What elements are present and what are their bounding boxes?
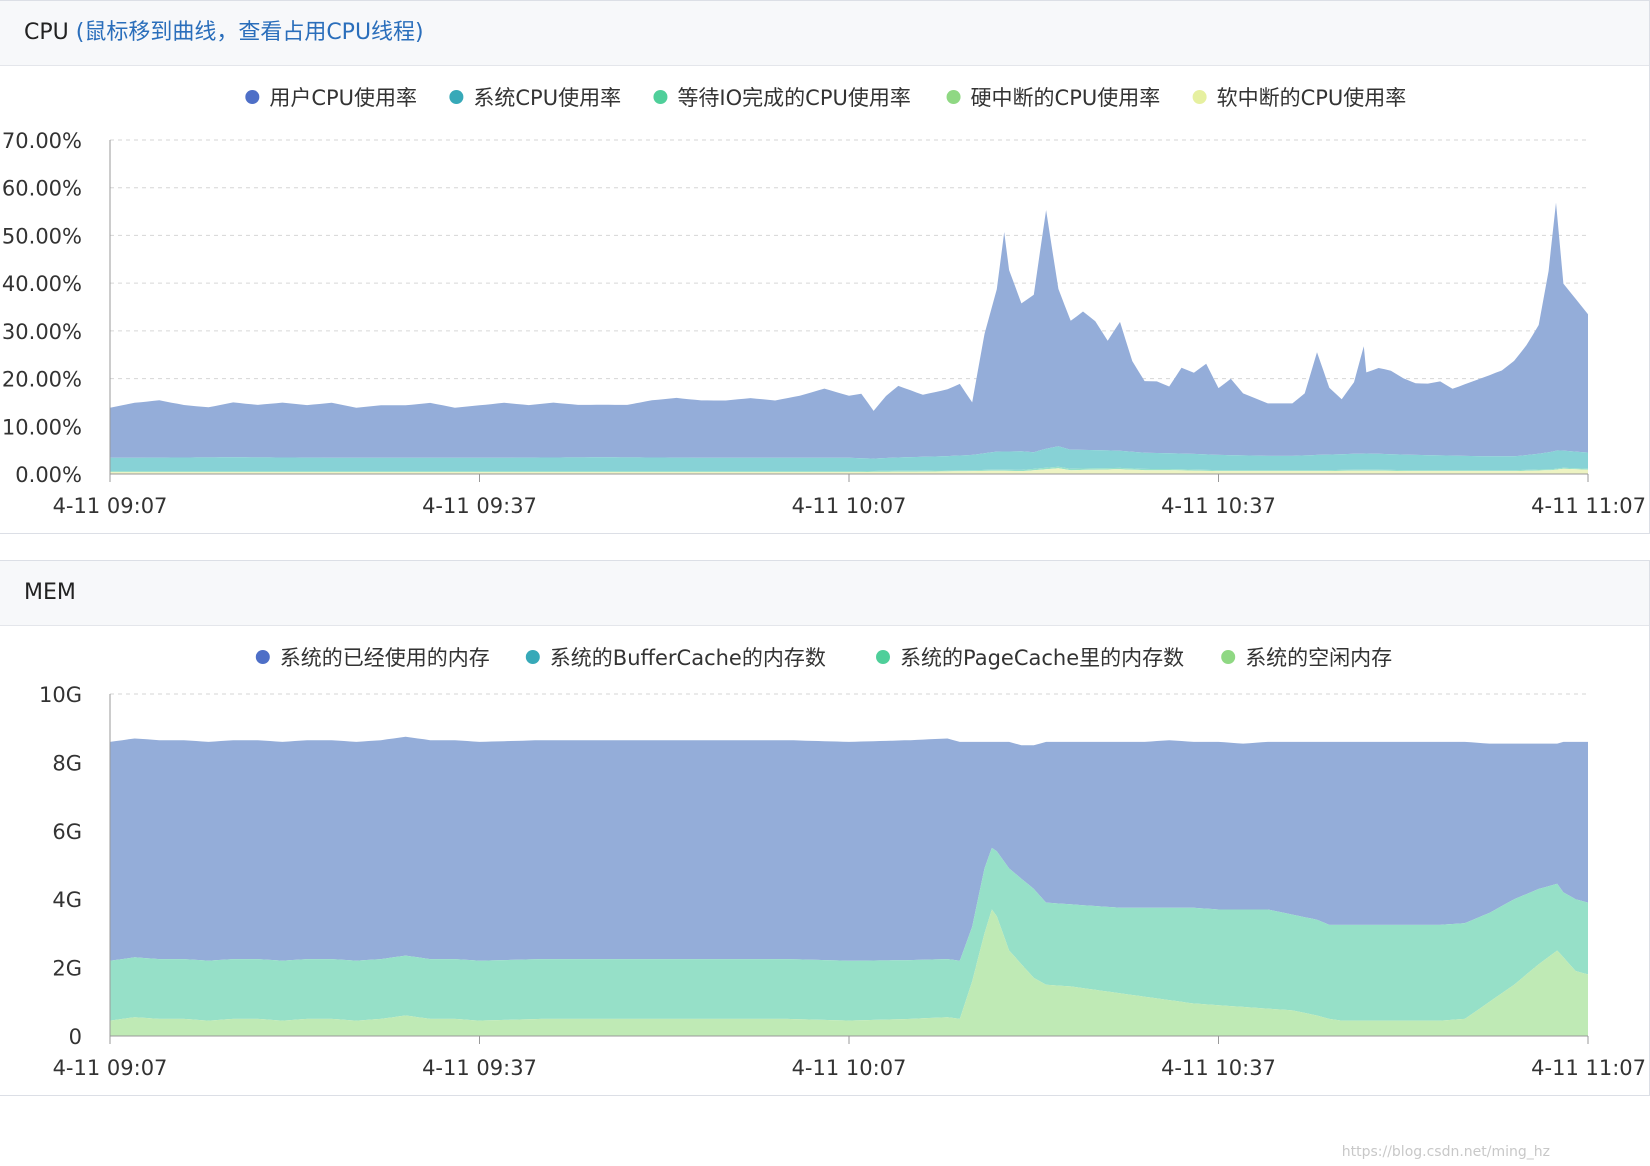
legend-label: 软中断的CPU使用率 — [1217, 86, 1407, 110]
legend-label: 等待IO完成的CPU使用率 — [677, 86, 910, 110]
legend-marker — [245, 90, 260, 104]
legend-marker — [876, 650, 891, 664]
cpu-chart[interactable]: 0.00% 10.00% 20.00% 30.00% 40.00% 50.00% 60.00… — [0, 66, 1648, 534]
x-tick-label: 4-11 10:37 — [1161, 1056, 1276, 1080]
y-tick-label: 50.00% — [2, 224, 82, 248]
x-tick-label: 4-11 11:07 — [1531, 494, 1646, 518]
legend-label: 系统的空闲内存 — [1245, 646, 1392, 670]
y-tick-label: 70.00% — [2, 129, 82, 153]
y-tick-label: 2G — [52, 957, 82, 981]
y-tick-label: 0 — [69, 1025, 82, 1049]
legend-item[interactable]: 等待IO完成的CPU使用率 — [653, 86, 911, 110]
x-tick-label: 4-11 09:37 — [422, 494, 537, 518]
legend-item[interactable]: 系统的BufferCache的内存数 — [525, 646, 826, 670]
legend-item[interactable]: 硬中断的CPU使用率 — [946, 86, 1161, 110]
mem-chart[interactable]: 0 2G 4G 6G 8G 10G 4-11 09:07 4-11 09:37 4-11 10:… — [0, 626, 1648, 1096]
y-tick-label: 60.00% — [2, 177, 82, 201]
legend-item[interactable]: 系统的PageCache里的内存数 — [876, 646, 1184, 670]
mem-panel-title: MEM — [24, 580, 76, 605]
legend-label: 系统的PageCache里的内存数 — [900, 646, 1184, 670]
y-tick-label: 8G — [52, 751, 82, 775]
y-tick-label: 10.00% — [2, 415, 82, 439]
x-tick-label: 4-11 09:37 — [422, 1056, 537, 1080]
cpu-panel: CPU (鼠标移到曲线，查看占用CPU线程) 0.00% 10.00% 20.00%… — [0, 0, 1650, 534]
mem-panel: MEM 0 2G 4G 6G 8G 10G 4-11 09:07 4-11 09:37 4-11… — [0, 560, 1650, 1096]
legend-label: 系统的已经使用的内存 — [280, 646, 490, 670]
x-tick-label: 4-11 10:07 — [792, 1056, 907, 1080]
legend-label: 系统CPU使用率 — [473, 86, 621, 110]
x-tick-label: 4-11 09:07 — [53, 494, 168, 518]
legend-item[interactable]: 软中断的CPU使用率 — [1192, 86, 1407, 110]
watermark: https://blog.csdn.net/ming_hz — [1341, 1144, 1550, 1160]
x-tick-label: 4-11 11:07 — [1531, 1056, 1646, 1080]
legend: 系统的已经使用的内存 系统的BufferCache的内存数 系统的PageCache… — [255, 646, 1392, 670]
y-tick-label: 10G — [39, 683, 82, 707]
y-tick-label: 0.00% — [15, 463, 82, 487]
mem-panel-header: MEM — [0, 561, 1649, 626]
x-tick-label: 4-11 09:07 — [53, 1056, 168, 1080]
cpu-panel-header: CPU (鼠标移到曲线，查看占用CPU线程) — [0, 1, 1649, 66]
legend-item[interactable]: 系统的空闲内存 — [1221, 646, 1392, 670]
x-tick-label: 4-11 10:07 — [792, 494, 907, 518]
legend-item[interactable]: 用户CPU使用率 — [245, 86, 417, 110]
legend-label: 用户CPU使用率 — [269, 86, 417, 110]
x-tick-label: 4-11 10:37 — [1161, 494, 1276, 518]
legend-label: 系统的BufferCache的内存数 — [550, 646, 826, 670]
legend-label: 硬中断的CPU使用率 — [971, 86, 1161, 110]
legend-marker — [255, 650, 270, 664]
legend-item[interactable]: 系统CPU使用率 — [449, 86, 621, 110]
legend: 用户CPU使用率 系统CPU使用率 等待IO完成的CPU使用率 硬中断的CPU使用率 软… — [245, 86, 1406, 110]
legend-marker — [1221, 650, 1236, 664]
legend-marker — [946, 90, 961, 104]
legend-marker — [1192, 90, 1207, 104]
legend-marker — [449, 90, 464, 104]
legend-marker — [525, 650, 540, 664]
y-tick-label: 20.00% — [2, 368, 82, 392]
legend-marker — [653, 90, 668, 104]
y-tick-label: 6G — [52, 820, 82, 844]
y-tick-label: 4G — [52, 888, 82, 912]
legend-item[interactable]: 系统的已经使用的内存 — [255, 646, 490, 670]
y-tick-label: 30.00% — [2, 320, 82, 344]
cpu-panel-title: CPU — [24, 20, 69, 45]
y-tick-label: 40.00% — [2, 272, 82, 296]
cpu-panel-hint[interactable]: (鼠标移到曲线，查看占用CPU线程) — [76, 20, 424, 45]
